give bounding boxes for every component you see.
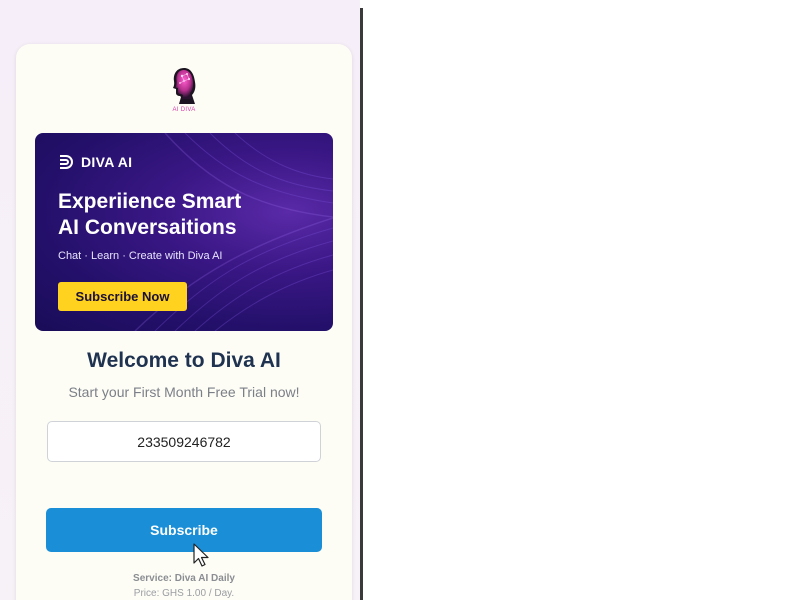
subscription-card: AI DIVA DIVA AI Experiience Smart AI Con… (16, 44, 352, 600)
subscribe-button[interactable]: Subscribe (46, 508, 322, 552)
ai-head-icon (173, 68, 196, 104)
banner-headline-line2: AI Conversaitions (58, 216, 237, 239)
logo-text: AI DIVA (172, 107, 196, 113)
price-info: Price: GHS 1.00 / Day. (133, 588, 235, 599)
subscribe-now-button[interactable]: Subscribe Now (58, 282, 187, 311)
banner-brand: DIVA AI (58, 154, 132, 170)
phone-number-input[interactable] (47, 421, 321, 462)
banner-brand-label: DIVA AI (81, 154, 133, 170)
banner-headline: Experiience Smart AI Conversaitions (58, 189, 328, 241)
service-info: Service: Diva AI Daily (133, 573, 235, 584)
mobile-viewport: AI DIVA DIVA AI Experiience Smart AI Con… (0, 0, 360, 600)
banner-tagline: Chat · Learn · Create with Diva AI (58, 250, 223, 262)
welcome-subtitle: Start your First Month Free Trial now! (68, 384, 300, 400)
app-logo: AI DIVA (166, 66, 202, 116)
mouse-pointer-icon (193, 543, 209, 567)
welcome-title: Welcome to Diva AI (87, 349, 281, 372)
viewport-border (360, 8, 363, 600)
promo-banner: DIVA AI Experiience Smart AI Conversaiti… (35, 133, 333, 331)
banner-headline-line1: Experiience Smart (58, 190, 242, 213)
diva-d-logo-icon (60, 155, 73, 169)
